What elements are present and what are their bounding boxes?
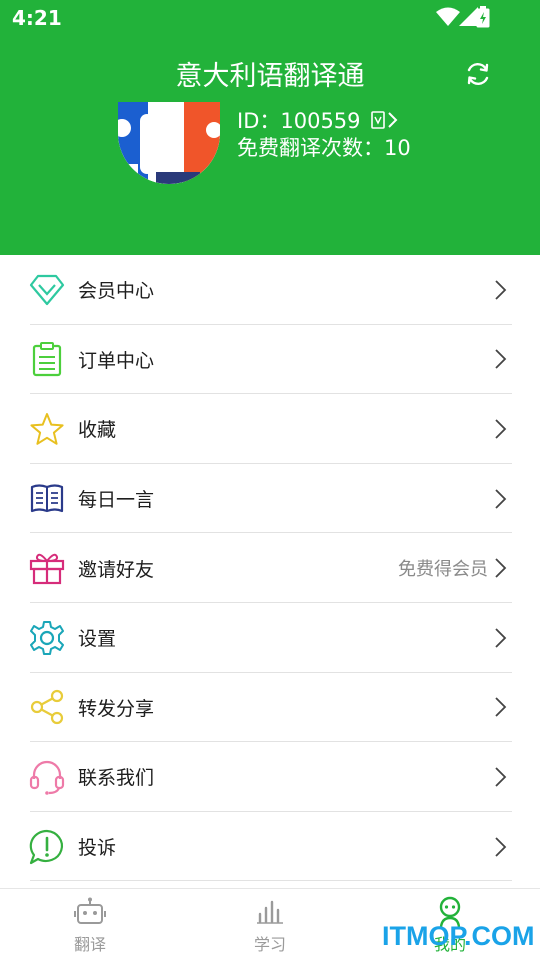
chevron-right-icon <box>387 111 399 129</box>
chevron-right-icon <box>494 348 508 370</box>
menu-item-complaint[interactable]: 投诉 <box>0 812 540 882</box>
refresh-icon <box>467 63 489 85</box>
gear-icon <box>28 619 66 657</box>
chevron-right-icon <box>494 696 508 718</box>
complaint-icon <box>28 828 66 866</box>
menu-item-label: 设置 <box>78 628 117 651</box>
tab-label: 学习 <box>253 935 286 954</box>
menu-item-invite-friends[interactable]: 邀请好友 免费得会员 <box>0 533 540 603</box>
tab-translate[interactable]: 翻译 <box>0 895 180 955</box>
menu-item-contact-us[interactable]: 联系我们 <box>0 742 540 812</box>
battery-icon <box>476 6 490 28</box>
menu-item-orders[interactable]: 订单中心 <box>0 325 540 395</box>
menu-item-membership[interactable]: 会员中心 <box>0 255 540 325</box>
user-id-row[interactable]: ID：100559 <box>237 106 399 134</box>
avatar[interactable] <box>118 102 220 184</box>
bars-icon <box>256 895 284 929</box>
robot-icon <box>74 895 106 929</box>
signal-icon <box>459 7 478 26</box>
chevron-right-icon <box>494 488 508 510</box>
chevron-right-icon <box>494 418 508 440</box>
status-time: 4:21 <box>12 6 62 30</box>
share-icon <box>28 688 66 726</box>
diamond-icon <box>28 271 66 309</box>
chevron-right-icon <box>494 557 508 579</box>
book-icon <box>28 480 66 518</box>
chevron-right-icon <box>494 279 508 301</box>
menu-item-settings[interactable]: 设置 <box>0 603 540 673</box>
refresh-button[interactable] <box>463 59 493 89</box>
clipboard-icon <box>28 340 66 378</box>
menu-item-label: 投诉 <box>78 837 117 860</box>
menu-item-favorites[interactable]: 收藏 <box>0 394 540 464</box>
menu-item-label: 每日一言 <box>78 489 155 512</box>
menu-item-share[interactable]: 转发分享 <box>0 673 540 743</box>
chevron-right-icon <box>494 836 508 858</box>
page-title: 意大利语翻译通 <box>175 61 365 92</box>
chevron-right-icon <box>494 766 508 788</box>
gift-icon <box>28 549 66 587</box>
divider <box>30 880 512 882</box>
tab-label: 翻译 <box>73 935 106 954</box>
menu-item-label: 邀请好友 <box>78 558 155 581</box>
status-bar: 4:21 <box>0 0 540 36</box>
star-icon <box>28 410 66 448</box>
wifi-icon <box>436 7 460 26</box>
headset-icon <box>28 758 66 796</box>
menu-item-label: 联系我们 <box>78 767 155 790</box>
free-translation-count: 免费翻译次数：10 <box>237 136 411 160</box>
menu-item-label: 订单中心 <box>78 349 155 372</box>
watermark: ITMOP.COM <box>382 921 535 951</box>
chevron-right-icon <box>494 627 508 649</box>
user-id: ID：100559 <box>237 109 361 133</box>
tab-learn[interactable]: 学习 <box>180 895 360 955</box>
profile-header: 4:21 意大利语翻译通 ID：100559 免费翻译次数：10 <box>0 0 540 255</box>
copy-icon[interactable] <box>370 111 385 129</box>
free-membership-hint: 免费得会员 <box>398 559 488 581</box>
menu-item-label: 会员中心 <box>78 280 155 303</box>
avatar-image <box>118 102 220 184</box>
menu-item-daily-quote[interactable]: 每日一言 <box>0 464 540 534</box>
menu-item-label: 收藏 <box>78 419 117 442</box>
settings-menu: 会员中心 订单中心 收藏 每日一言 邀请好友 免费得会员 设置 转发分享 联系我… <box>0 255 540 882</box>
menu-item-label: 转发分享 <box>78 697 155 720</box>
